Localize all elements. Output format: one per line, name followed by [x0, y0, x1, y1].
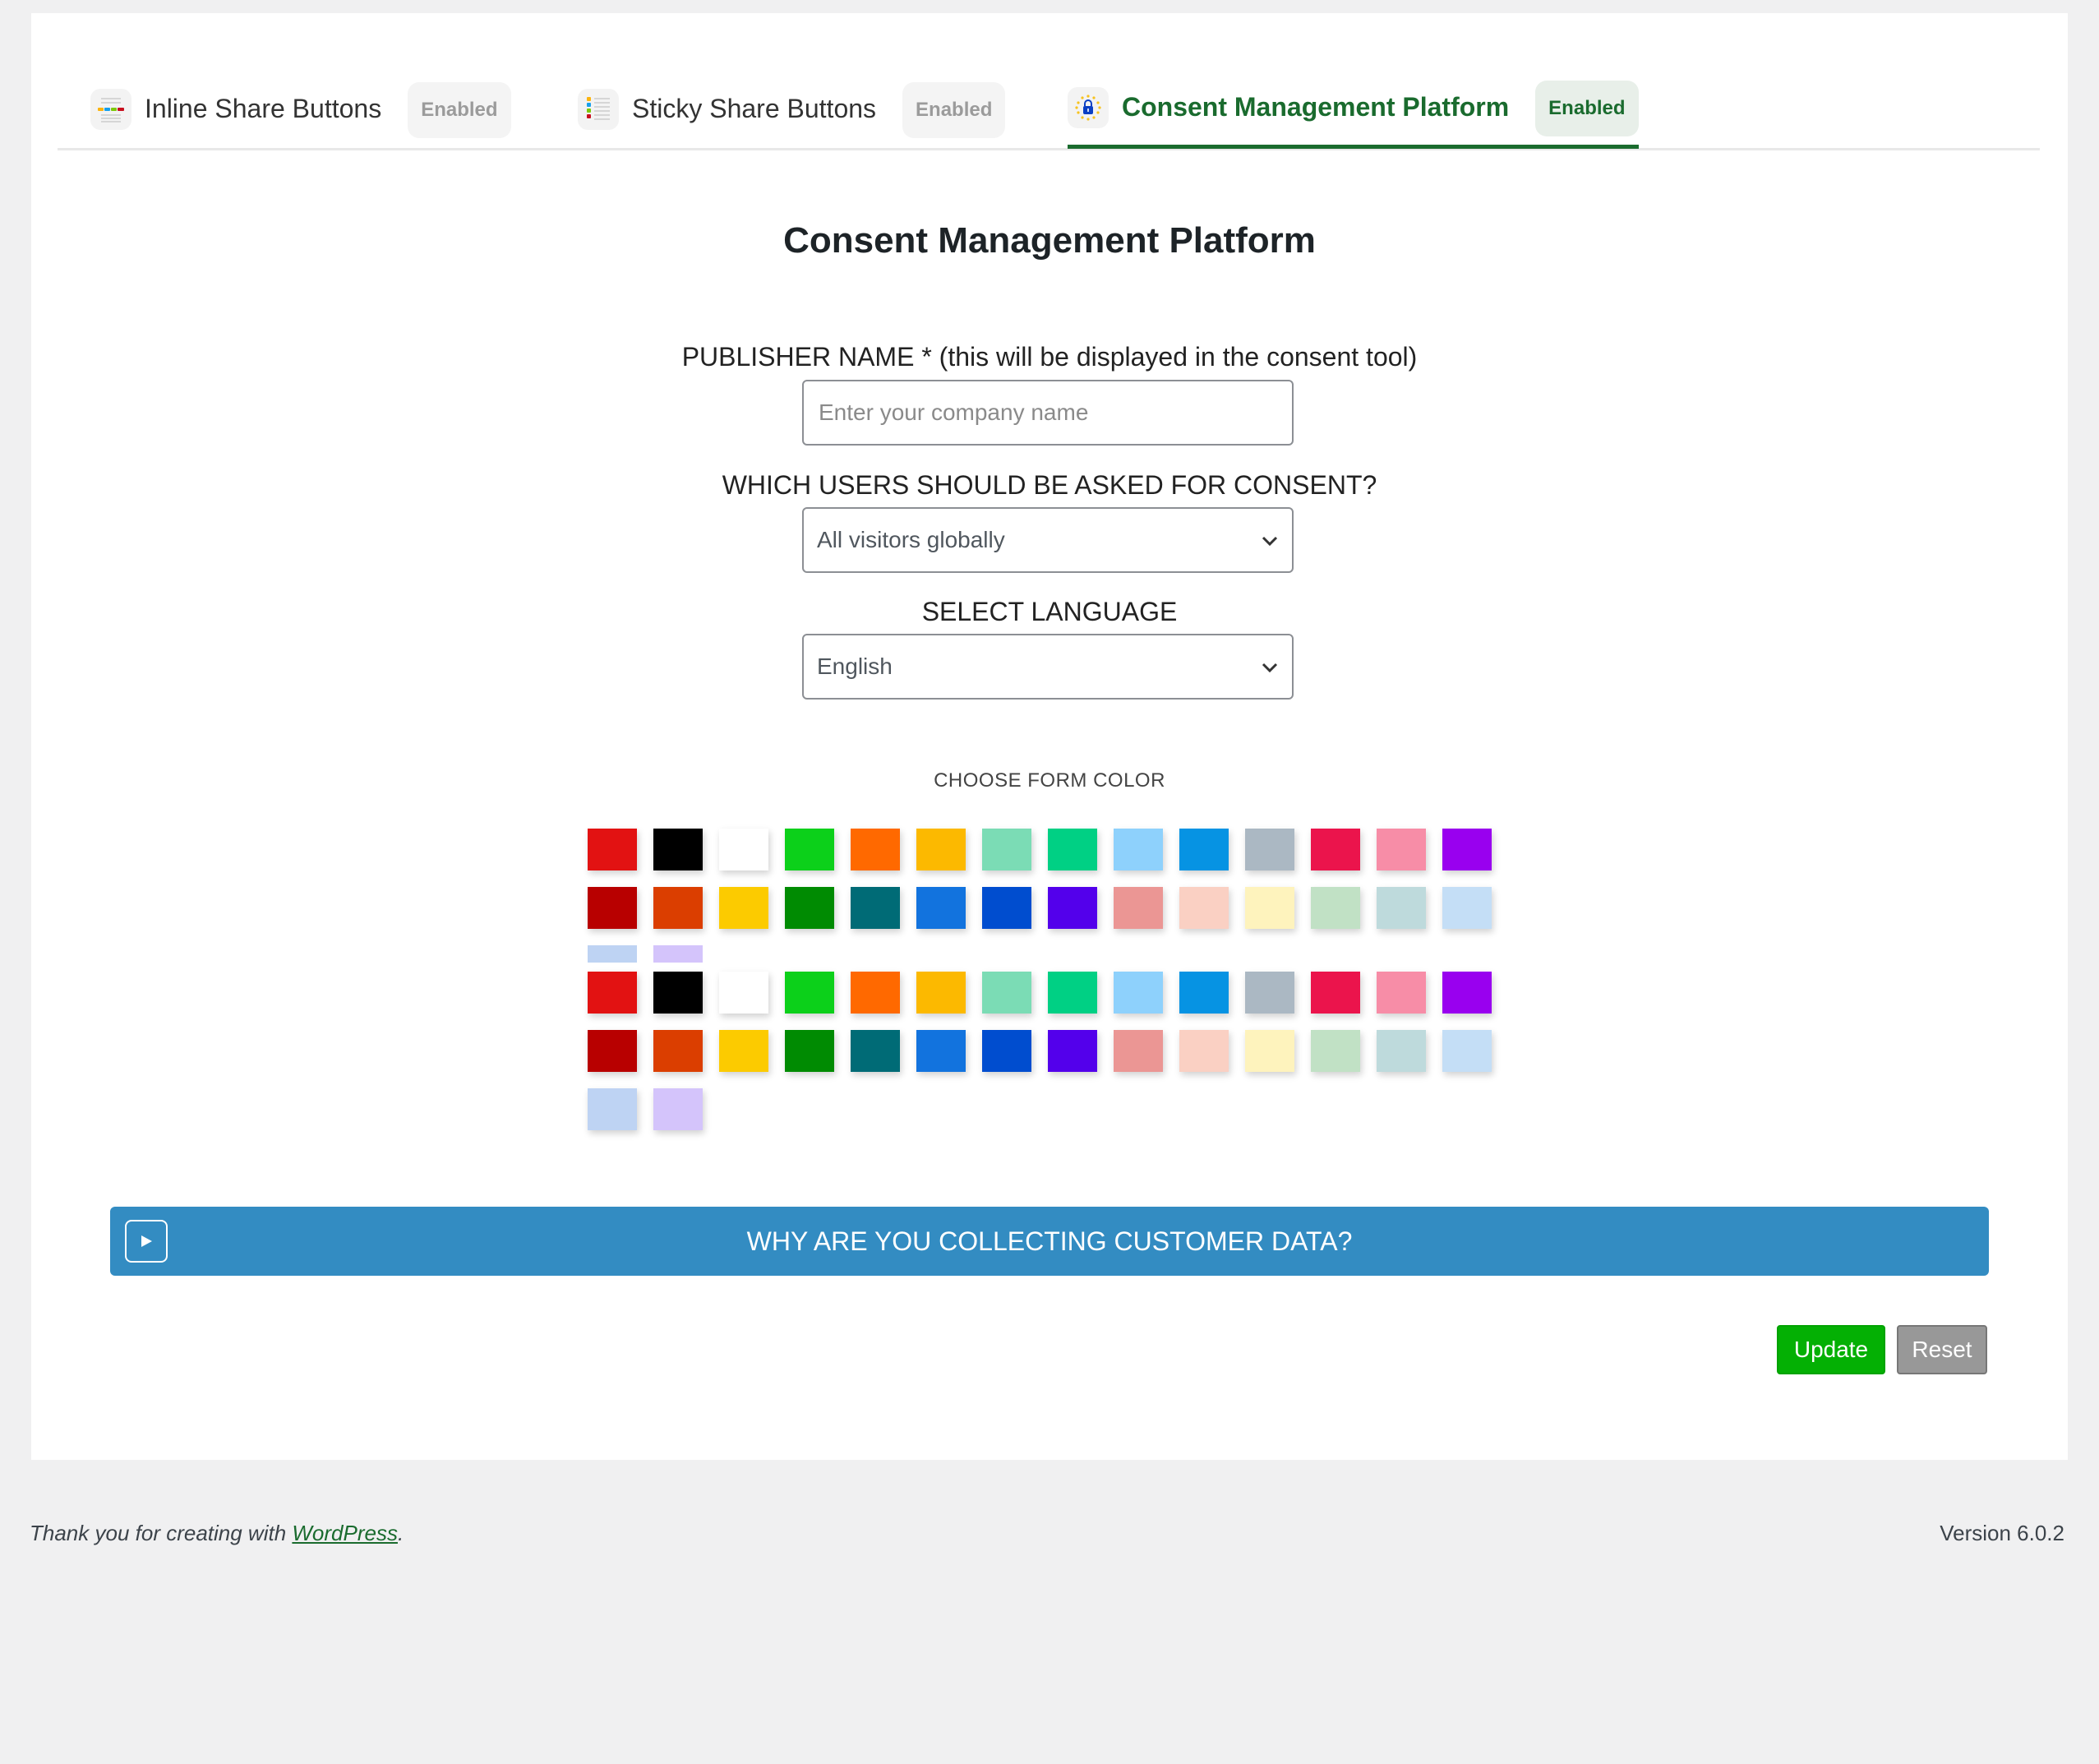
- color-swatch-grid: [588, 829, 1508, 963]
- color-swatch[interactable]: [1442, 887, 1492, 929]
- play-icon[interactable]: [125, 1220, 168, 1263]
- color-swatch[interactable]: [1311, 887, 1360, 929]
- select-language-label: SELECT LANGUAGE: [921, 597, 1178, 626]
- color-swatch[interactable]: [1179, 972, 1229, 1014]
- settings-panel: Inline Share Buttons Enabled Sticky Shar…: [31, 13, 2068, 1460]
- why-collecting-data-bar[interactable]: WHY ARE YOU COLLECTING CUSTOMER DATA?: [110, 1207, 1989, 1276]
- color-swatch[interactable]: [1377, 1030, 1426, 1072]
- color-swatch[interactable]: [1245, 972, 1294, 1014]
- sticky-share-icon: [578, 89, 619, 130]
- status-badge: Enabled: [408, 82, 511, 138]
- color-swatch[interactable]: [982, 829, 1031, 870]
- publisher-name-label: PUBLISHER NAME * (this will be displayed…: [681, 342, 1418, 372]
- color-swatch[interactable]: [1179, 887, 1229, 929]
- tab-bar: Inline Share Buttons Enabled Sticky Shar…: [58, 13, 2040, 150]
- choose-form-color-label: CHOOSE FORM COLOR: [934, 769, 1165, 792]
- color-swatch[interactable]: [588, 887, 637, 929]
- reset-button[interactable]: Reset: [1897, 1325, 1987, 1374]
- color-swatch[interactable]: [653, 829, 703, 870]
- consent-users-label: WHICH USERS SHOULD BE ASKED FOR CONSENT?: [722, 470, 1377, 500]
- color-swatch[interactable]: [851, 972, 900, 1014]
- wordpress-link[interactable]: WordPress: [292, 1521, 398, 1545]
- inline-share-icon: [90, 89, 131, 130]
- color-swatch[interactable]: [916, 1030, 966, 1072]
- color-swatch[interactable]: [1442, 829, 1492, 870]
- color-swatch[interactable]: [785, 829, 834, 870]
- page-title: Consent Management Platform: [783, 220, 1316, 261]
- color-swatch[interactable]: [653, 1030, 703, 1072]
- color-swatch[interactable]: [982, 1030, 1031, 1072]
- consent-users-value: All visitors globally: [817, 527, 1005, 552]
- color-swatch[interactable]: [1377, 887, 1426, 929]
- color-swatch[interactable]: [1311, 1030, 1360, 1072]
- status-badge: Enabled: [902, 82, 1006, 138]
- color-swatch[interactable]: [1048, 829, 1097, 870]
- color-swatch[interactable]: [1245, 887, 1294, 929]
- color-swatch[interactable]: [588, 829, 637, 870]
- color-swatch[interactable]: [653, 1088, 703, 1130]
- color-swatch[interactable]: [588, 972, 637, 1014]
- update-button[interactable]: Update: [1777, 1325, 1885, 1374]
- tab-label: Inline Share Buttons: [145, 94, 382, 123]
- color-swatch[interactable]: [785, 972, 834, 1014]
- color-swatch[interactable]: [719, 1030, 768, 1072]
- color-swatch[interactable]: [653, 972, 703, 1014]
- color-swatch[interactable]: [1114, 887, 1163, 929]
- color-swatch[interactable]: [785, 1030, 834, 1072]
- color-swatch[interactable]: [1048, 887, 1097, 929]
- color-swatch[interactable]: [1377, 972, 1426, 1014]
- eu-lock-icon: [1068, 87, 1109, 128]
- color-swatch[interactable]: [588, 1088, 637, 1130]
- color-swatch-grid: [588, 972, 1508, 1130]
- status-badge: Enabled: [1535, 81, 1639, 136]
- color-swatch[interactable]: [1442, 1030, 1492, 1072]
- color-swatch[interactable]: [982, 972, 1031, 1014]
- color-swatch[interactable]: [1114, 829, 1163, 870]
- tab-label: Sticky Share Buttons: [632, 94, 877, 123]
- color-swatch[interactable]: [1245, 829, 1294, 870]
- color-swatch[interactable]: [916, 972, 966, 1014]
- why-bar-label: WHY ARE YOU COLLECTING CUSTOMER DATA?: [746, 1226, 1353, 1256]
- chevron-down-icon: [1262, 536, 1278, 547]
- color-swatch[interactable]: [1179, 829, 1229, 870]
- tab-sticky-share-buttons[interactable]: Sticky Share Buttons Enabled: [578, 69, 1006, 148]
- color-swatch[interactable]: [653, 945, 703, 963]
- color-swatch[interactable]: [588, 945, 637, 963]
- color-swatch[interactable]: [1311, 972, 1360, 1014]
- publisher-name-input[interactable]: [817, 399, 1292, 427]
- color-swatch[interactable]: [1311, 829, 1360, 870]
- color-swatch[interactable]: [851, 1030, 900, 1072]
- publisher-name-field[interactable]: [802, 380, 1294, 446]
- color-swatch[interactable]: [1048, 1030, 1097, 1072]
- language-select[interactable]: English: [802, 634, 1294, 700]
- tab-inline-share-buttons[interactable]: Inline Share Buttons Enabled: [90, 69, 511, 148]
- color-swatch[interactable]: [653, 887, 703, 929]
- color-swatch[interactable]: [719, 887, 768, 929]
- color-swatch[interactable]: [1442, 972, 1492, 1014]
- consent-users-select[interactable]: All visitors globally: [802, 507, 1294, 573]
- color-swatch[interactable]: [916, 829, 966, 870]
- footer-thanks-text: Thank you for creating with: [30, 1521, 293, 1545]
- color-swatch[interactable]: [719, 972, 768, 1014]
- tab-label: Consent Management Platform: [1122, 92, 1510, 122]
- color-swatch[interactable]: [785, 887, 834, 929]
- language-value: English: [817, 653, 893, 679]
- color-swatch[interactable]: [588, 1030, 637, 1072]
- color-swatch[interactable]: [719, 829, 768, 870]
- color-swatch[interactable]: [1377, 829, 1426, 870]
- version-text: Version 6.0.2: [1940, 1521, 2064, 1545]
- color-swatch[interactable]: [1048, 972, 1097, 1014]
- color-swatch[interactable]: [916, 887, 966, 929]
- footer-thanks-suffix: .: [397, 1521, 404, 1545]
- color-swatch[interactable]: [982, 887, 1031, 929]
- color-swatch[interactable]: [1114, 1030, 1163, 1072]
- footer-thanks: Thank you for creating with WordPress.: [30, 1521, 404, 1546]
- color-swatch[interactable]: [1179, 1030, 1229, 1072]
- chevron-down-icon: [1262, 663, 1278, 673]
- color-swatch[interactable]: [851, 887, 900, 929]
- color-swatch[interactable]: [1114, 972, 1163, 1014]
- tab-consent-management-platform[interactable]: Consent Management Platform Enabled: [1068, 67, 1639, 149]
- color-swatch[interactable]: [1245, 1030, 1294, 1072]
- color-swatch[interactable]: [851, 829, 900, 870]
